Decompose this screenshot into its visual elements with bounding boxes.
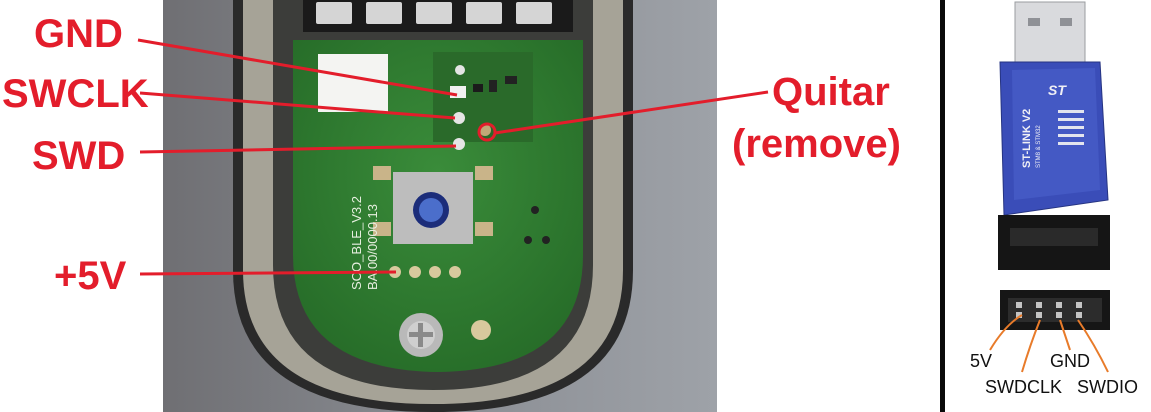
remove-label: (remove) [732,122,901,166]
stlink-subtitle: STM8 & STM32 [1036,125,1042,168]
section-divider [940,0,945,412]
pin-label-swdio: SWDIO [1077,377,1138,397]
pcb-photo: SCO_BLE_V3.2 BA.00/0000.13 [163,0,717,412]
pin-label-gnd: GND [1050,351,1090,371]
swclk-label: SWCLK [2,72,149,116]
stlink-device: ST-LINK V2 STM8 & STM32 ST [998,1,1110,270]
plus5v-label: +5V [54,254,127,298]
gnd-label: GND [34,12,123,56]
pcb-silkscreen-line2: BA.00/0000.13 [365,204,380,290]
quitar-label: Quitar [772,70,890,114]
stlink-name: ST-LINK V2 [1021,109,1033,168]
pin-label-5v: 5V [970,351,993,371]
swd-label: SWD [32,134,126,178]
stlink-brand-logo: ST [1048,82,1067,98]
idc-connector [1000,290,1110,330]
pin-label-swdclk: SWDCLK [985,377,1063,397]
pcb-silkscreen-line1: SCO_BLE_V3.2 [349,196,364,290]
